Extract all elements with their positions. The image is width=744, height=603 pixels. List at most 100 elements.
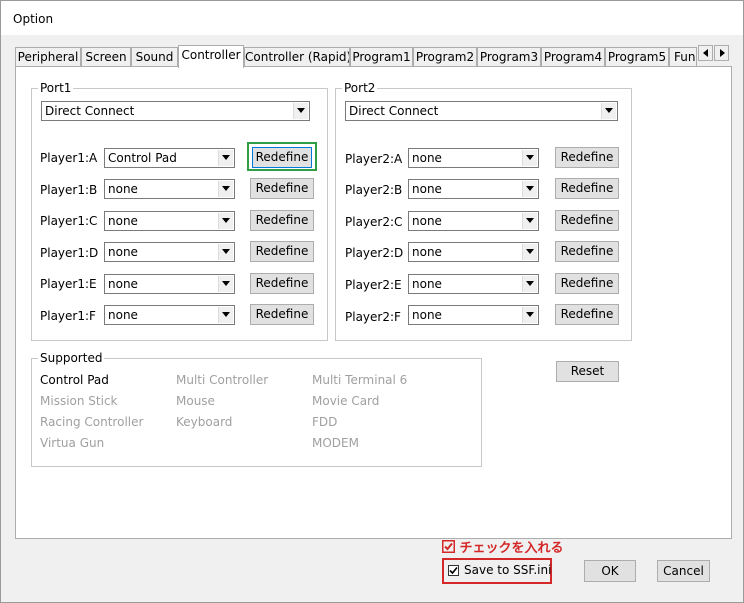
supported-mouse: Mouse [176, 394, 215, 408]
player2-d-select[interactable]: none [408, 242, 539, 262]
player2-c-select[interactable]: none [408, 211, 539, 231]
tab-program4[interactable]: Program4 [541, 47, 605, 66]
tab-screen[interactable]: Screen [81, 47, 131, 66]
port1-connection-select[interactable]: Direct Connect [41, 101, 310, 121]
player2-f-value: none [412, 308, 442, 322]
player2-a-select[interactable]: none [408, 148, 539, 168]
supported-keyboard: Keyboard [176, 415, 233, 429]
player1-f-label: Player1:F [40, 309, 96, 323]
chevron-down-icon [522, 150, 537, 166]
checkbox-box[interactable] [448, 565, 459, 576]
player1-a-label: Player1:A [40, 151, 98, 165]
tab-program5[interactable]: Program5 [605, 47, 669, 66]
player2-f-redefine-button[interactable]: Redefine [555, 304, 619, 325]
chevron-down-icon [522, 307, 537, 323]
chevron-down-icon [522, 181, 537, 197]
supported-virtua-gun: Virtua Gun [40, 436, 105, 450]
annotation-text: チェックを入れる [459, 541, 564, 556]
player1-a-value: Control Pad [108, 151, 177, 165]
title-bar: Option [1, 1, 743, 35]
supported-modem: MODEM [312, 436, 359, 450]
player2-b-label: Player2:B [345, 183, 403, 197]
player2-a-value: none [412, 151, 442, 165]
player2-b-redefine-button[interactable]: Redefine [555, 178, 619, 199]
supported-racing-controller: Racing Controller [40, 415, 144, 429]
supported-control-pad: Control Pad [40, 373, 109, 387]
save-to-ssf-checkbox[interactable]: Save to SSF.ini [447, 562, 552, 580]
option-window: Option Peripheral Screen Sound Controlle… [0, 0, 744, 603]
tab-scroll-left[interactable] [698, 45, 713, 61]
player1-d-label: Player1:D [40, 246, 99, 260]
triangle-right-icon [719, 49, 725, 57]
supported-multi-terminal-6: Multi Terminal 6 [312, 373, 408, 387]
cancel-button[interactable]: Cancel [657, 560, 710, 582]
checkmark-icon [449, 566, 458, 575]
ok-button[interactable]: OK [584, 560, 636, 582]
player1-d-redefine-button[interactable]: Redefine [250, 241, 314, 262]
chevron-down-icon [522, 244, 537, 260]
player2-c-value: none [412, 214, 442, 228]
player1-c-select[interactable]: none [104, 211, 235, 231]
player1-e-label: Player1:E [40, 277, 97, 291]
player1-b-value: none [108, 182, 138, 196]
chevron-down-icon [218, 150, 233, 166]
player2-a-redefine-button[interactable]: Redefine [555, 147, 619, 168]
port2-connection-value: Direct Connect [349, 104, 439, 118]
player2-d-label: Player2:D [345, 246, 404, 260]
player2-d-value: none [412, 245, 442, 259]
supported-fdd: FDD [312, 415, 338, 429]
chevron-down-icon [218, 276, 233, 292]
supported-multi-controller: Multi Controller [176, 373, 269, 387]
tab-scroll-right[interactable] [714, 45, 729, 61]
port2-connection-select[interactable]: Direct Connect [345, 101, 618, 121]
player2-d-redefine-button[interactable]: Redefine [555, 241, 619, 262]
tab-controller-rapid[interactable]: Controller (Rapid) [244, 47, 350, 66]
supported-movie-card: Movie Card [312, 394, 380, 408]
player1-c-label: Player1:C [40, 214, 98, 228]
checked-box-icon [442, 540, 455, 553]
supported-label: Supported [38, 351, 105, 365]
player2-b-select[interactable]: none [408, 179, 539, 199]
window-title: Option [13, 12, 54, 26]
player1-c-redefine-button[interactable]: Redefine [250, 210, 314, 231]
player2-a-label: Player2:A [345, 152, 403, 166]
player2-e-select[interactable]: none [408, 274, 539, 294]
tab-program1[interactable]: Program1 [350, 47, 413, 66]
save-to-ssf-label: Save to SSF.ini [464, 563, 552, 577]
player1-f-redefine-button[interactable]: Redefine [250, 304, 314, 325]
player1-e-value: none [108, 277, 138, 291]
tab-sound[interactable]: Sound [131, 47, 178, 66]
tab-program2[interactable]: Program2 [413, 47, 477, 66]
port1-connection-value: Direct Connect [45, 104, 135, 118]
supported-mission-stick: Mission Stick [40, 394, 118, 408]
player1-c-value: none [108, 214, 138, 228]
tab-controller[interactable]: Controller [178, 45, 244, 68]
player2-c-redefine-button[interactable]: Redefine [555, 210, 619, 231]
player1-d-select[interactable]: none [104, 242, 235, 262]
port1-label: Port1 [38, 81, 74, 95]
chevron-down-icon [601, 103, 616, 119]
player1-b-redefine-button[interactable]: Redefine [250, 178, 314, 199]
annotation-label: チェックを入れる [442, 537, 564, 556]
triangle-left-icon [702, 49, 708, 57]
player1-a-redefine-button[interactable]: Redefine [252, 147, 312, 168]
player1-a-select[interactable]: Control Pad [104, 148, 235, 168]
player2-c-label: Player2:C [345, 215, 403, 229]
tab-peripheral[interactable]: Peripheral [15, 47, 81, 66]
player1-e-redefine-button[interactable]: Redefine [250, 273, 314, 294]
tab-program3[interactable]: Program3 [477, 47, 541, 66]
player1-f-select[interactable]: none [104, 305, 235, 325]
player1-f-value: none [108, 308, 138, 322]
player2-e-redefine-button[interactable]: Redefine [555, 273, 619, 294]
chevron-down-icon [218, 307, 233, 323]
chevron-down-icon [218, 181, 233, 197]
port2-label: Port2 [342, 81, 378, 95]
player1-e-select[interactable]: none [104, 274, 235, 294]
tab-fun[interactable]: Fun [669, 47, 697, 66]
chevron-down-icon [293, 103, 308, 119]
reset-button[interactable]: Reset [556, 361, 619, 382]
player2-e-value: none [412, 277, 442, 291]
player2-f-select[interactable]: none [408, 305, 539, 325]
player1-b-select[interactable]: none [104, 179, 235, 199]
controller-tab-panel: Port1 Direct Connect Port2 Direct Connec… [15, 66, 732, 539]
